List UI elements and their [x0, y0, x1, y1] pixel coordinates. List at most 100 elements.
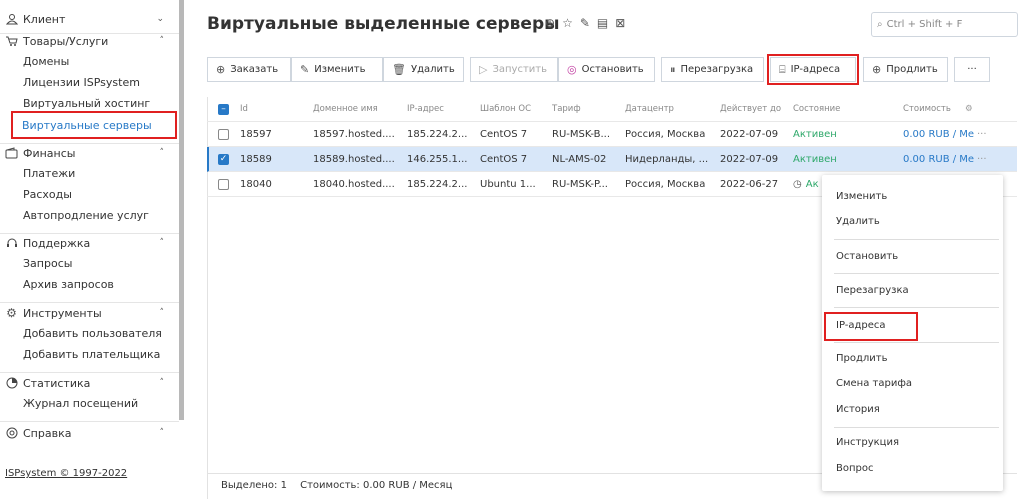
sidebar-group-finance[interactable]: Финансы ˄ Платежи Расходы Автопродление у…: [0, 143, 179, 226]
sidebar-item-visit-log[interactable]: Журнал посещений: [0, 393, 179, 414]
menu-item-stop[interactable]: Остановить: [836, 251, 898, 262]
delete-label: Удалить: [410, 64, 455, 75]
chevron-up-icon[interactable]: ˄: [160, 378, 165, 388]
cell-tariff: NL-AMS-02: [552, 153, 607, 165]
row-checkbox[interactable]: ✓: [218, 153, 229, 165]
menu-item-question[interactable]: Вопрос: [836, 463, 873, 474]
cart-icon: [5, 35, 18, 48]
sidebar-item-expenses[interactable]: Расходы: [0, 184, 179, 205]
sidebar-item-add-payer[interactable]: Добавить плательщика: [0, 344, 179, 365]
col-dc[interactable]: Датацентр: [625, 104, 720, 114]
ip-addresses-label: IP-адреса: [790, 64, 841, 75]
row-menu-icon[interactable]: ···: [977, 154, 987, 165]
col-ip[interactable]: IP-адрес: [407, 104, 480, 114]
selected-count: Выделено: 1: [221, 480, 287, 491]
page-title: Виртуальные выделенные серверы: [207, 14, 560, 34]
menu-item-renew[interactable]: Продлить: [836, 353, 888, 364]
row-checkbox[interactable]: [218, 178, 229, 190]
order-button[interactable]: ⊕ Заказать: [207, 57, 291, 82]
sidebar-group-tools[interactable]: ⚙ Инструменты ˄ Добавить пользователя Доба…: [0, 303, 179, 365]
menu-item-history[interactable]: История: [836, 404, 880, 415]
table-header: – Id Доменное имя IP-адрес Шаблон ОС Тар…: [207, 97, 1017, 122]
cell-os: CentOS 7: [480, 128, 528, 140]
renew-button[interactable]: ⊕ Продлить: [863, 57, 948, 82]
menu-item-change-tariff[interactable]: Смена тарифа: [836, 378, 912, 389]
select-all-checkbox[interactable]: –: [218, 103, 229, 115]
cell-cost[interactable]: 0.00 RUB / Ме: [903, 154, 977, 165]
star-icon[interactable]: ☆: [562, 16, 573, 30]
sidebar-group-support[interactable]: Поддержка ˄ Запросы Архив запросов: [0, 233, 179, 295]
search-placeholder: Ctrl + Shift + F: [886, 19, 963, 30]
sidebar-item-domains[interactable]: Домены: [0, 51, 179, 72]
row-checkbox[interactable]: [218, 128, 229, 140]
sidebar-item-add-user[interactable]: Добавить пользователя: [0, 323, 179, 344]
col-os[interactable]: Шаблон ОС: [480, 104, 552, 114]
col-tariff[interactable]: Тариф: [552, 104, 625, 114]
sidebar-item-vps[interactable]: Виртуальные серверы: [11, 111, 177, 139]
chevron-up-icon[interactable]: ˄: [160, 148, 165, 158]
book-icon[interactable]: ▤: [597, 16, 608, 30]
sidebar-group-client[interactable]: Клиент ⌄: [0, 9, 179, 29]
start-button[interactable]: ▷ Запустить: [470, 57, 558, 82]
cell-domain: 18589.hosted....: [313, 153, 395, 165]
pin-icon[interactable]: ✎: [580, 16, 590, 30]
sidebar-item-tickets-archive[interactable]: Архив запросов: [0, 274, 179, 295]
col-state[interactable]: Состояние: [793, 104, 903, 114]
order-label: Заказать: [230, 64, 279, 75]
ip-addresses-button[interactable]: ⌸ IP-адреса: [767, 54, 859, 85]
table-row[interactable]: ✓ 18589 18589.hosted.... 146.255.1... Ce…: [207, 147, 1017, 172]
columns-settings-icon[interactable]: ⚙: [965, 104, 973, 114]
reboot-button[interactable]: ⏸ Перезагрузка: [661, 57, 764, 82]
chevron-up-icon[interactable]: ˄: [160, 36, 165, 46]
table-row[interactable]: 18597 18597.hosted.... 185.224.2... Cent…: [207, 122, 1017, 147]
more-button[interactable]: ···: [954, 57, 990, 82]
globe-icon[interactable]: ⊕: [545, 16, 555, 30]
sidebar-group-products[interactable]: Товары/Услуги ˄ Домены Лицензии ISPsystem…: [0, 31, 179, 139]
menu-divider: [834, 273, 999, 274]
sidebar-item-licenses[interactable]: Лицензии ISPsystem: [0, 72, 179, 93]
headset-icon: [5, 237, 18, 250]
sidebar-group-label: Финансы: [23, 146, 76, 160]
start-label: Запустить: [492, 64, 548, 75]
sidebar-group-help[interactable]: Справка ˄: [0, 423, 179, 443]
delete-button[interactable]: 🗑 Удалить: [383, 57, 464, 82]
sidebar-item-tickets[interactable]: Запросы: [0, 253, 179, 274]
cell-cost[interactable]: 0.00 RUB / Ме: [903, 129, 977, 140]
sidebar-item-hosting[interactable]: Виртуальный хостинг: [0, 93, 179, 114]
row-menu-icon[interactable]: ···: [977, 129, 987, 140]
menu-item-edit[interactable]: Изменить: [836, 191, 887, 202]
col-until[interactable]: Действует до: [720, 104, 793, 114]
sidebar-scrollbar[interactable]: [179, 0, 184, 420]
cell-domain: 18040.hosted....: [313, 178, 395, 190]
plus-circle-icon: ⊕: [216, 63, 226, 76]
cell-state-text: Ак: [805, 178, 819, 190]
cell-until: 2022-06-27: [720, 178, 779, 190]
search-icon: ⌕: [877, 19, 883, 30]
sidebar-item-autorenew[interactable]: Автопродление услуг: [0, 205, 179, 226]
col-cost[interactable]: Стоимость: [903, 104, 965, 114]
title-icons: ⊕ ☆ ✎ ▤ ⊠: [545, 16, 625, 30]
sidebar-group-stats[interactable]: Статистика ˄ Журнал посещений: [0, 373, 179, 414]
menu-item-reboot[interactable]: Перезагрузка: [836, 285, 909, 296]
context-menu: Изменить Удалить Остановить Перезагрузка…: [822, 175, 1003, 491]
chevron-up-icon[interactable]: ˄: [160, 308, 165, 318]
renew-icon: ⊕: [872, 63, 882, 76]
search-input[interactable]: ⌕ Ctrl + Shift + F: [871, 12, 1018, 37]
clock-icon: ◷: [793, 178, 802, 190]
chevron-down-icon[interactable]: ⌄: [156, 14, 164, 24]
menu-item-delete[interactable]: Удалить: [836, 216, 880, 227]
copyright-link[interactable]: ISPsystem © 1997-2022: [5, 468, 127, 479]
pie-chart-icon: [5, 377, 18, 390]
stop-label: Остановить: [581, 64, 644, 75]
edit-button[interactable]: ✎ Изменить: [291, 57, 383, 82]
stop-button[interactable]: ◎ Остановить: [558, 57, 655, 82]
chevron-up-icon[interactable]: ˄: [160, 238, 165, 248]
col-domain[interactable]: Доменное имя: [313, 104, 407, 114]
menu-item-ip-addresses[interactable]: IP-адреса: [824, 312, 918, 341]
sidebar-item-payments[interactable]: Платежи: [0, 163, 179, 184]
menu-item-instructions[interactable]: Инструкция: [836, 437, 899, 448]
chevron-up-icon[interactable]: ˄: [160, 428, 165, 438]
export-icon[interactable]: ⊠: [615, 16, 625, 30]
col-id[interactable]: Id: [240, 104, 313, 114]
trash-icon: 🗑: [392, 63, 406, 76]
